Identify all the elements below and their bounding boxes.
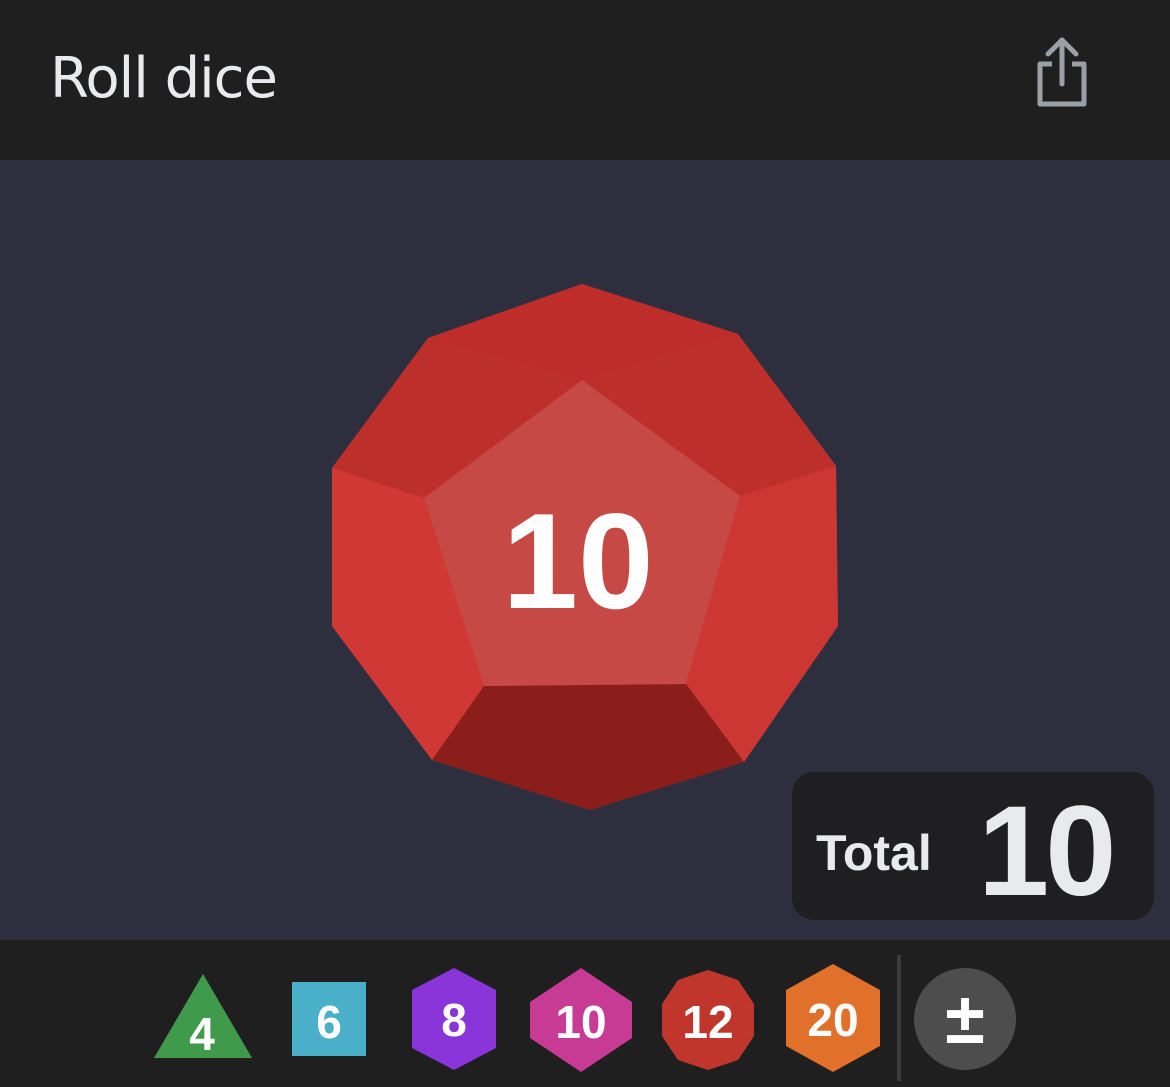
share-icon bbox=[1037, 37, 1087, 107]
dice-toolbar: 4 6 8 10 12 20 ± bbox=[0, 940, 1170, 1087]
d8-label: 8 bbox=[441, 994, 467, 1046]
app-header: Roll dice bbox=[0, 0, 1170, 160]
total-panel: Total 10 bbox=[792, 772, 1154, 923]
d8-button[interactable]: 8 bbox=[410, 968, 498, 1070]
d4-label: 4 bbox=[189, 1008, 215, 1060]
modifier-button[interactable]: ± bbox=[914, 968, 1016, 1070]
total-value: 10 bbox=[978, 780, 1116, 923]
d12-die[interactable]: 10 bbox=[320, 280, 850, 820]
d12-label: 12 bbox=[682, 996, 733, 1048]
plus-minus-icon: ± bbox=[945, 979, 985, 1059]
d10-button[interactable]: 10 bbox=[528, 968, 634, 1072]
share-button[interactable] bbox=[1026, 34, 1098, 112]
d6-label: 6 bbox=[316, 996, 342, 1048]
d10-label: 10 bbox=[555, 996, 606, 1048]
page-title: Roll dice bbox=[50, 46, 278, 111]
main-die-value: 10 bbox=[502, 485, 653, 637]
d20-button[interactable]: 20 bbox=[784, 964, 882, 1072]
total-label: Total bbox=[816, 825, 932, 881]
d4-button[interactable]: 4 bbox=[152, 972, 254, 1060]
dice-stage[interactable]: 10 Total 10 bbox=[0, 160, 1170, 940]
toolbar-divider bbox=[897, 955, 901, 1081]
d12-button[interactable]: 12 bbox=[660, 968, 756, 1072]
d6-button[interactable]: 6 bbox=[292, 982, 366, 1056]
d20-label: 20 bbox=[807, 994, 858, 1046]
